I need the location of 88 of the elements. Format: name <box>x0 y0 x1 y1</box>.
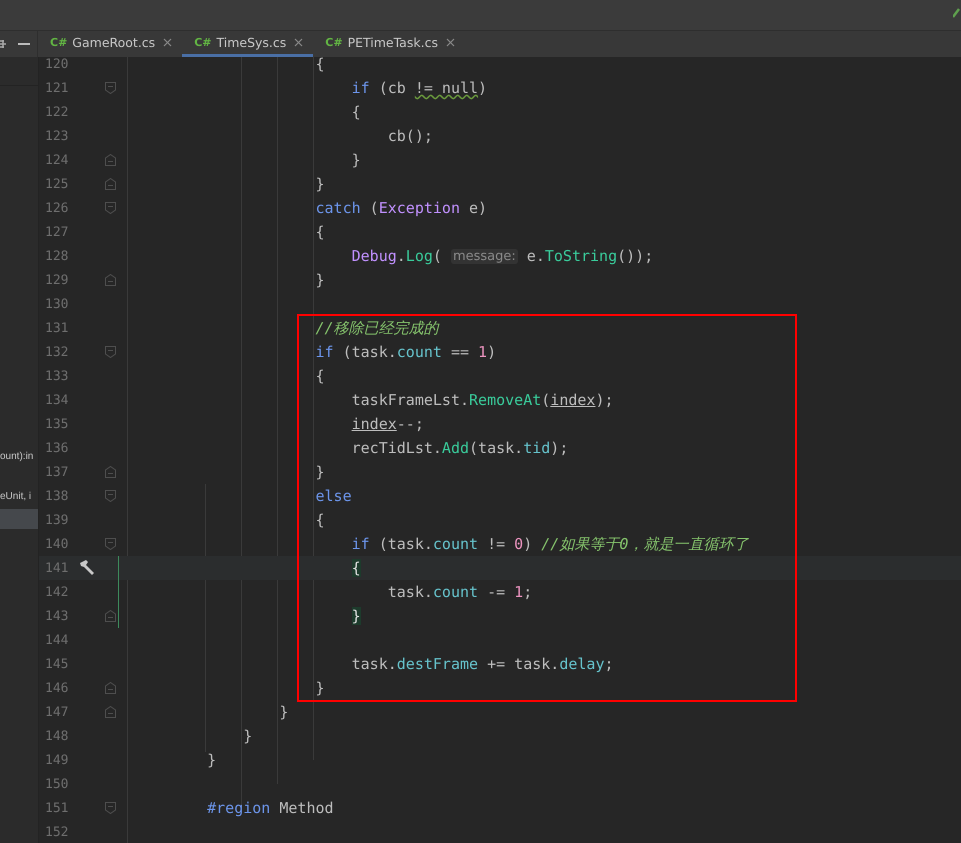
line-number: 152 <box>45 824 69 840</box>
line-number: 138 <box>45 488 69 504</box>
code-text: task.count -= 1; <box>388 583 532 601</box>
fold-marker-icon[interactable] <box>105 274 116 286</box>
line-number: 129 <box>45 272 69 288</box>
code-text: catch (Exception e) <box>315 199 488 217</box>
line-number: 147 <box>45 704 69 720</box>
code-text: } <box>315 175 325 193</box>
code-text: recTidLst.Add(task.tid); <box>352 439 568 457</box>
code-text: { <box>315 223 325 241</box>
close-icon[interactable] <box>446 38 455 47</box>
line-number: 120 <box>45 57 69 72</box>
fold-marker-icon[interactable] <box>105 802 116 814</box>
code-text: Debug.Log( <box>352 247 443 265</box>
editor-tab[interactable]: C# PETimeTask.cs <box>313 31 465 57</box>
line-number: 148 <box>45 728 69 744</box>
line-number: 123 <box>45 128 69 144</box>
code-text: //移除已经完成的 <box>315 318 439 338</box>
fold-marker-icon[interactable] <box>105 610 116 622</box>
code-text: { <box>315 57 325 73</box>
fold-marker-icon[interactable] <box>105 682 116 694</box>
code-text: { <box>315 367 325 385</box>
matched-brace: } <box>352 607 361 625</box>
line-number: 143 <box>45 608 69 624</box>
code-text: } <box>315 463 325 481</box>
parameter-hint: message: <box>450 248 518 264</box>
line-number: 131 <box>45 320 69 336</box>
line-number: 126 <box>45 200 69 216</box>
code-text: task.destFrame += task.delay; <box>352 655 614 673</box>
fold-marker-icon[interactable] <box>105 82 116 94</box>
line-number: 142 <box>45 584 69 600</box>
line-number: 137 <box>45 464 69 480</box>
selected-structure-item[interactable] <box>0 509 38 529</box>
line-number: 140 <box>45 536 69 552</box>
matched-brace: { <box>352 559 361 577</box>
code-text: cb(); <box>388 127 433 145</box>
code-text: #region Method <box>207 799 334 817</box>
minimize-icon[interactable] <box>18 43 30 45</box>
fold-marker-icon[interactable] <box>105 538 116 550</box>
code-text: e.ToString()); <box>526 247 654 265</box>
code-text: else <box>315 487 352 505</box>
line-number: 127 <box>45 224 69 240</box>
line-number: 139 <box>45 512 69 528</box>
line-number: 145 <box>45 656 69 672</box>
line-number: 133 <box>45 368 69 384</box>
structure-item[interactable]: ount):in <box>0 447 38 467</box>
code-text: if (task.count == 1) <box>315 343 496 361</box>
code-text: taskFrameLst.RemoveAt(index); <box>352 391 614 409</box>
fold-marker-icon[interactable] <box>105 202 116 214</box>
check-icon <box>953 8 961 18</box>
code-text: } <box>243 727 252 745</box>
line-number: 146 <box>45 680 69 696</box>
fold-marker-icon[interactable] <box>105 346 116 358</box>
code-text: { <box>352 103 361 121</box>
code-text: { <box>315 511 325 529</box>
line-number: 150 <box>45 776 69 792</box>
fold-marker-icon[interactable] <box>105 178 116 190</box>
code-text: } <box>279 703 288 721</box>
hammer-icon[interactable] <box>78 560 96 576</box>
line-number: 125 <box>45 176 69 192</box>
code-text: } <box>315 271 325 289</box>
line-number: 135 <box>45 416 69 432</box>
editor-tab[interactable]: C# GameRoot.cs <box>38 31 182 57</box>
fold-marker-icon[interactable] <box>105 154 116 166</box>
code-text: if (cb != null) <box>352 79 488 97</box>
close-icon[interactable] <box>294 38 304 47</box>
line-number: 124 <box>45 152 69 168</box>
line-number: 144 <box>45 632 69 648</box>
line-number: 128 <box>45 248 69 264</box>
line-number: 136 <box>45 440 69 456</box>
code-text: } <box>207 751 216 769</box>
code-text: index--; <box>352 415 424 433</box>
line-number: 130 <box>45 296 69 312</box>
structure-item[interactable]: eUnit, i <box>0 487 38 507</box>
line-number: 149 <box>45 752 69 768</box>
code-text: } <box>315 679 325 697</box>
code-text: } <box>352 151 361 169</box>
fold-marker-icon[interactable] <box>105 490 116 502</box>
line-number: 121 <box>45 80 69 96</box>
code-text: if (task.count != 0) //如果等于0，就是一直循环了 <box>352 534 748 554</box>
line-number: 132 <box>45 344 69 360</box>
close-icon[interactable] <box>163 38 172 47</box>
line-number: 134 <box>45 392 69 408</box>
line-number: 151 <box>45 800 69 816</box>
line-number: 122 <box>45 104 69 120</box>
line-number: 141 <box>45 560 69 576</box>
fold-marker-icon[interactable] <box>105 466 116 478</box>
fold-marker-icon[interactable] <box>105 706 116 718</box>
